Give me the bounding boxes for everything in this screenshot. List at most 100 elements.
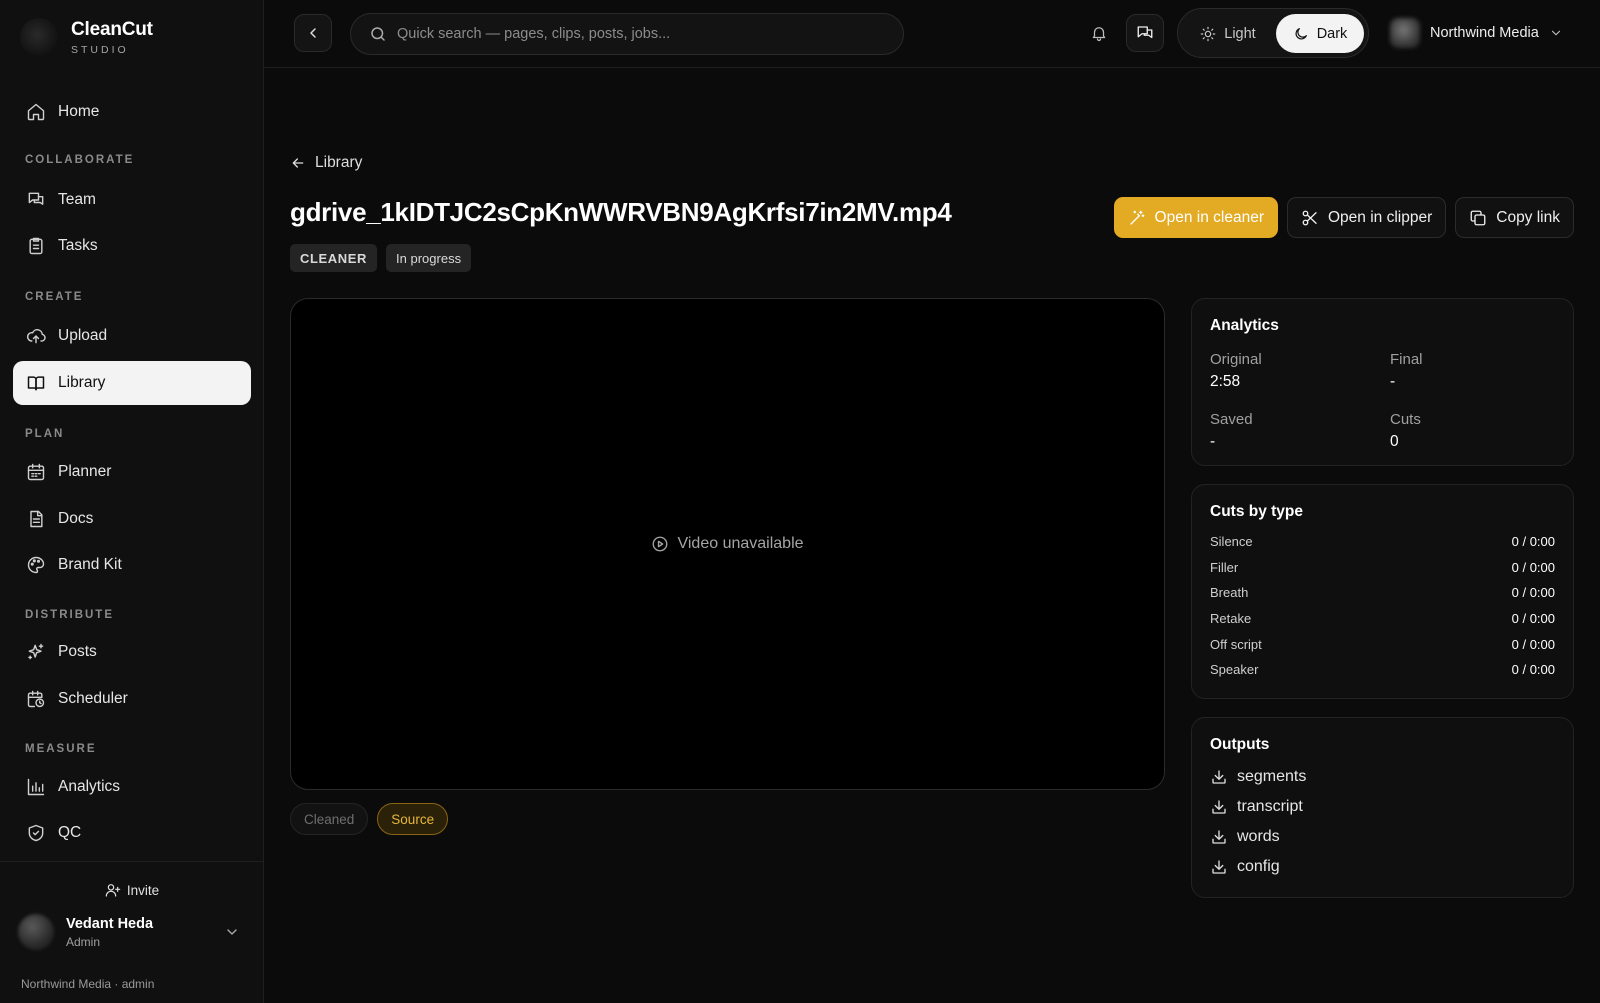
magic-wand-icon	[1129, 210, 1144, 225]
cut-type-name: Filler	[1210, 559, 1239, 575]
avatar	[18, 914, 54, 950]
output-label: config	[1237, 858, 1280, 875]
shield-icon	[28, 824, 44, 842]
download-icon	[1212, 770, 1226, 784]
upload-icon	[26, 329, 46, 344]
sidebar-item-team[interactable]: Team	[13, 178, 251, 222]
account-switcher[interactable]: Northwind Media	[1390, 18, 1563, 48]
cut-row-speaker: Speaker 0 / 0:00	[1210, 657, 1555, 683]
output-download-config[interactable]: config	[1210, 852, 1555, 882]
team-icon	[28, 192, 44, 205]
sidebar-item-scheduler[interactable]: Scheduler	[13, 677, 251, 721]
breadcrumb-back-link[interactable]: Library	[290, 154, 362, 172]
output-label: segments	[1237, 768, 1307, 785]
sidebar-item-label: Docs	[58, 510, 94, 527]
output-download-transcript[interactable]: transcript	[1210, 792, 1555, 822]
theme-dark-option[interactable]: Dark	[1276, 14, 1364, 53]
cut-type-name: Retake	[1210, 611, 1252, 627]
download-icon	[1212, 830, 1226, 844]
cut-type-value: 0 / 0:00	[1511, 559, 1555, 575]
outputs-card: Outputs segments transcript words config	[1191, 717, 1574, 898]
home-icon	[27, 103, 45, 121]
brand-name: CleanCut	[71, 18, 153, 40]
status-badges: CLEANER In progress	[290, 244, 480, 272]
cut-type-value: 0 / 0:00	[1511, 585, 1555, 601]
scheduler-icon	[27, 690, 45, 708]
theme-light-option[interactable]: Light	[1184, 14, 1272, 53]
tab-cleaned[interactable]: Cleaned	[290, 803, 369, 835]
chevron-left-icon	[310, 28, 316, 38]
player-message-text: Video unavailable	[677, 535, 804, 552]
chevron-down-icon	[1551, 30, 1560, 36]
stat-value: 2:58	[1210, 373, 1241, 390]
video-unavailable-message: Video unavailable	[651, 535, 804, 553]
sidebar-item-home[interactable]: Home	[13, 90, 251, 134]
theme-dark-label: Dark	[1316, 25, 1348, 42]
brand-subtitle: STUDIO	[71, 43, 129, 56]
topbar: Light Dark Northwind Media	[264, 0, 1600, 68]
analytics-stats: Original 2:58 Final - Saved - Cuts 0	[1210, 351, 1555, 451]
library-icon	[27, 376, 45, 391]
sidebar-item-tasks[interactable]: Tasks	[13, 224, 251, 268]
user-name: Vedant Heda	[66, 915, 154, 932]
messages-button[interactable]	[1126, 14, 1164, 52]
output-download-segments[interactable]: segments	[1210, 762, 1555, 792]
docs-icon	[30, 510, 43, 528]
bell-icon	[1092, 27, 1106, 42]
sidebar-item-planner[interactable]: Planner	[13, 450, 251, 494]
page-title: gdrive_1kIDTJC2sCpKnWWRVBN9AgKrfsi7in2MV…	[290, 197, 952, 227]
tool-badge: CLEANER	[290, 244, 378, 272]
stat-label: Original	[1210, 351, 1262, 368]
open-in-cleaner-button[interactable]: Open in cleaner	[1113, 197, 1278, 238]
sidebar-item-upload[interactable]: Upload	[13, 314, 251, 358]
user-role: Admin	[66, 934, 101, 949]
chevron-down-icon	[227, 929, 237, 935]
theme-light-label: Light	[1224, 25, 1256, 42]
collapse-sidebar-button[interactable]	[294, 14, 332, 52]
stat-saved: Saved -	[1210, 411, 1390, 451]
download-icon	[1212, 860, 1226, 874]
tab-source[interactable]: Source	[377, 803, 449, 835]
stat-cuts: Cuts 0	[1390, 411, 1570, 451]
tasks-icon	[29, 237, 43, 255]
palette-icon	[27, 556, 45, 574]
version-tabs: Cleaned Source	[290, 803, 457, 835]
sidebar-item-library[interactable]: Library	[13, 361, 251, 405]
stat-original: Original 2:58	[1210, 351, 1390, 391]
cut-type-value: 0 / 0:00	[1511, 611, 1555, 627]
stat-label: Cuts	[1390, 411, 1421, 428]
sidebar-item-qc[interactable]: QC	[13, 811, 251, 855]
video-player[interactable]: Video unavailable	[290, 298, 1165, 790]
analytics-title: Analytics	[1210, 317, 1279, 334]
search-input[interactable]	[397, 26, 877, 42]
cut-row-filler: Filler 0 / 0:00	[1210, 555, 1555, 581]
section-collaborate: COLLABORATE	[25, 154, 135, 166]
copy-link-label: Copy link	[1496, 208, 1560, 226]
user-menu[interactable]: Vedant Heda Admin	[18, 914, 248, 950]
section-measure: MEASURE	[25, 743, 97, 755]
stat-label: Final	[1390, 351, 1423, 368]
brand[interactable]: CleanCut STUDIO	[20, 18, 153, 56]
sidebar-item-brand-kit[interactable]: Brand Kit	[13, 543, 251, 587]
account-name: Northwind Media	[1430, 25, 1539, 41]
scissors-icon	[1302, 210, 1317, 225]
search-bar[interactable]	[350, 13, 904, 55]
invite-button[interactable]: Invite	[0, 882, 264, 898]
copy-link-button[interactable]: Copy link	[1455, 197, 1574, 238]
cuts-by-type-card: Cuts by type Silence 0 / 0:00 Filler 0 /…	[1191, 484, 1574, 699]
page-actions: Open in cleaner Open in clipper Copy lin…	[1105, 197, 1574, 238]
sidebar-item-label: Team	[58, 191, 96, 208]
sparkles-icon	[28, 643, 44, 660]
cut-type-name: Off script	[1210, 636, 1262, 652]
sidebar-item-posts[interactable]: Posts	[13, 630, 251, 674]
sidebar-item-docs[interactable]: Docs	[13, 497, 251, 541]
notifications-button[interactable]	[1090, 24, 1108, 42]
output-download-words[interactable]: words	[1210, 822, 1555, 852]
sidebar-item-label: Analytics	[58, 778, 121, 795]
output-label: transcript	[1237, 798, 1303, 815]
cut-type-value: 0 / 0:00	[1511, 636, 1555, 652]
cut-type-value: 0 / 0:00	[1511, 534, 1555, 550]
open-in-clipper-button[interactable]: Open in clipper	[1286, 197, 1447, 238]
sidebar-item-analytics[interactable]: Analytics	[13, 765, 251, 809]
cuts-by-type-title: Cuts by type	[1210, 503, 1304, 520]
